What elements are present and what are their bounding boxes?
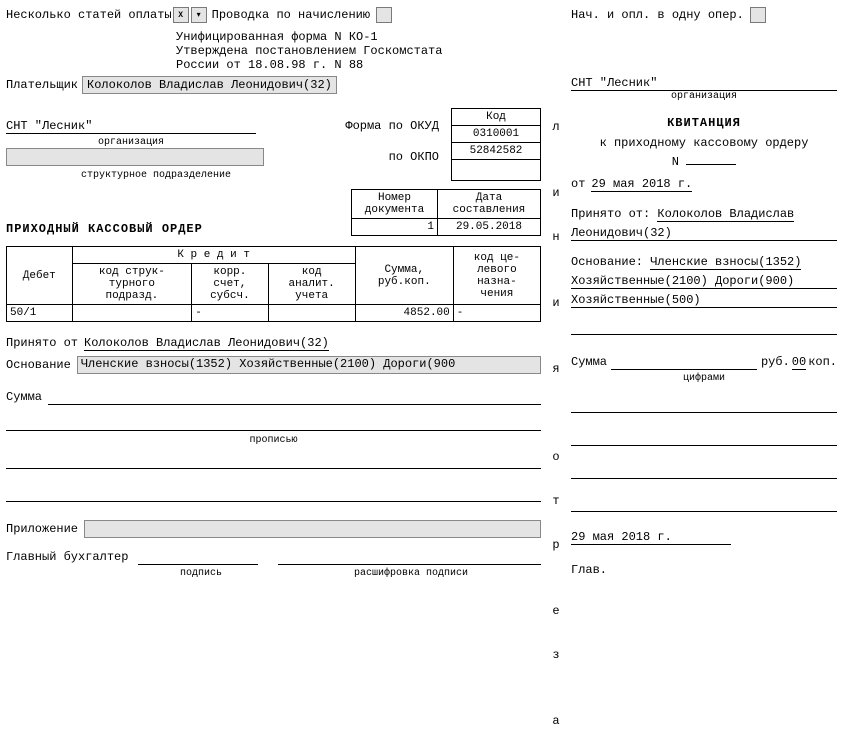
subdivision-input[interactable] bbox=[6, 148, 264, 166]
code-table: Код 0310001 52842582 bbox=[451, 108, 541, 181]
doc-date: 29.05.2018 bbox=[437, 219, 540, 236]
r-basis-label: Основание: bbox=[571, 255, 643, 269]
r-words-line1 bbox=[571, 398, 837, 413]
single-op-checkbox[interactable] bbox=[750, 7, 766, 23]
payer-label: Плательщик bbox=[6, 78, 78, 92]
receipt-title: КВИТАНЦИЯ bbox=[571, 116, 837, 130]
r-sum-label: Сумма bbox=[571, 355, 607, 369]
th-sum: Сумма,руб.коп. bbox=[355, 247, 453, 305]
decrypt-line bbox=[278, 550, 541, 565]
document-title: ПРИХОДНЫЙ КАССОВЫЙ ОРДЕР bbox=[6, 222, 341, 236]
r-received-2: Леонидович(32) bbox=[571, 226, 837, 241]
sum-words-caption: прописью bbox=[6, 435, 541, 446]
chief-accountant-label: Главный бухгалтер bbox=[6, 550, 128, 564]
th-target: код це-левогоназна-чения bbox=[453, 247, 540, 305]
basis-input[interactable]: Членские взносы(1352) Хозяйственные(2100… bbox=[77, 356, 541, 374]
sum-line4 bbox=[6, 487, 541, 502]
code-empty bbox=[452, 160, 541, 181]
r-date-label: от bbox=[571, 177, 585, 191]
cell-corr[interactable]: - bbox=[192, 305, 268, 322]
r-received-label: Принято от: bbox=[571, 207, 650, 221]
r-rub-label: руб. bbox=[761, 355, 790, 369]
received-from-label: Принято от bbox=[6, 336, 78, 350]
r-sum-line bbox=[611, 355, 757, 370]
r-basis-2: Хозяйственные(2100) Дороги(900) bbox=[571, 274, 837, 289]
sum-line1 bbox=[48, 390, 541, 405]
r-basis-4 bbox=[571, 320, 837, 335]
okud-value: 0310001 bbox=[452, 126, 541, 143]
docdate-hdr: Датасоставления bbox=[437, 190, 540, 219]
r-words-line3 bbox=[571, 464, 837, 479]
r-basis-1: Членские взносы(1352) bbox=[650, 255, 801, 270]
form-line-1: Унифицированная форма N КО-1 bbox=[176, 30, 541, 44]
r-kop-amount: 00 bbox=[792, 355, 806, 370]
r-words-line2 bbox=[571, 431, 837, 446]
subdivision-caption: структурное подразделение bbox=[6, 170, 306, 181]
r-digits-caption: цифрами bbox=[571, 373, 837, 384]
r-words-line4 bbox=[571, 497, 837, 512]
signature-line bbox=[138, 550, 258, 565]
signature-caption: подпись bbox=[141, 568, 261, 579]
r-org-caption: организация bbox=[571, 91, 837, 102]
r-chief-label: Глав. bbox=[571, 563, 837, 577]
org-caption: организация bbox=[6, 137, 256, 148]
th-analyt: коданалит.учета bbox=[268, 264, 355, 305]
r-org-name: СНТ "Лесник" bbox=[571, 76, 837, 91]
posting-checkbox[interactable] bbox=[376, 7, 392, 23]
okud-label: Форма по ОКУД bbox=[345, 119, 445, 133]
cell-analyt[interactable] bbox=[268, 305, 355, 322]
sum-line3 bbox=[6, 454, 541, 469]
th-corr: корр.счет,субсч. bbox=[192, 264, 268, 305]
attachment-input[interactable] bbox=[84, 520, 541, 538]
th-credit: К р е д и т bbox=[72, 247, 355, 264]
doc-number: 1 bbox=[352, 219, 438, 236]
okpo-value: 52842582 bbox=[452, 143, 541, 160]
cell-sum[interactable]: 4852.00 bbox=[355, 305, 453, 322]
received-from-value: Колоколов Владислав Леонидович(32) bbox=[84, 336, 329, 351]
basis-label: Основание bbox=[6, 358, 71, 372]
multi-pay-label: Несколько статей оплаты bbox=[6, 8, 172, 22]
docnum-hdr: Номердокумента bbox=[352, 190, 438, 219]
org-name: СНТ "Лесник" bbox=[6, 119, 256, 134]
accounting-table: Дебет К р е д и т Сумма,руб.коп. код це-… bbox=[6, 246, 541, 322]
th-debit: Дебет bbox=[7, 247, 73, 305]
okpo-label: по ОКПО bbox=[389, 150, 445, 164]
r-date2: 29 мая 2018 г. bbox=[571, 530, 731, 545]
receipt-subtitle: к приходному кассовому ордеру bbox=[571, 136, 837, 150]
cell-target[interactable]: - bbox=[453, 305, 540, 322]
cell-debit[interactable]: 50/1 bbox=[7, 305, 73, 322]
decrypt-caption: расшифровка подписи bbox=[281, 568, 541, 579]
r-kop-label: коп. bbox=[808, 355, 837, 369]
cell-struct[interactable] bbox=[72, 305, 192, 322]
th-struct: код струк-турногоподразд. bbox=[72, 264, 192, 305]
multi-pay-value[interactable]: X bbox=[173, 7, 189, 23]
sum-label: Сумма bbox=[6, 390, 42, 404]
payer-value[interactable]: Колоколов Владислав Леонидович(32) bbox=[82, 76, 337, 94]
r-received-1: Колоколов Владислав bbox=[657, 207, 794, 222]
code-header: Код bbox=[452, 109, 541, 126]
r-basis-3: Хозяйственные(500) bbox=[571, 293, 837, 308]
form-line-2: Утверждена постановлением Госкомстата bbox=[176, 44, 541, 58]
form-line-3: России от 18.08.98 г. N 88 bbox=[176, 58, 541, 72]
posting-label: Проводка по начислению bbox=[212, 8, 370, 22]
r-date-value: 29 мая 2018 г. bbox=[591, 177, 692, 192]
cut-line: л и н и я о т р е з а bbox=[551, 6, 561, 732]
sum-line2 bbox=[6, 416, 541, 431]
receipt-num-line bbox=[686, 150, 736, 165]
attachment-label: Приложение bbox=[6, 522, 78, 536]
multi-pay-dropdown[interactable]: ▾ bbox=[191, 7, 207, 23]
single-op-label: Нач. и опл. в одну опер. bbox=[571, 8, 744, 22]
receipt-num-label: N bbox=[672, 155, 679, 169]
docnum-table: Номердокумента Датасоставления 1 29.05.2… bbox=[351, 189, 541, 236]
